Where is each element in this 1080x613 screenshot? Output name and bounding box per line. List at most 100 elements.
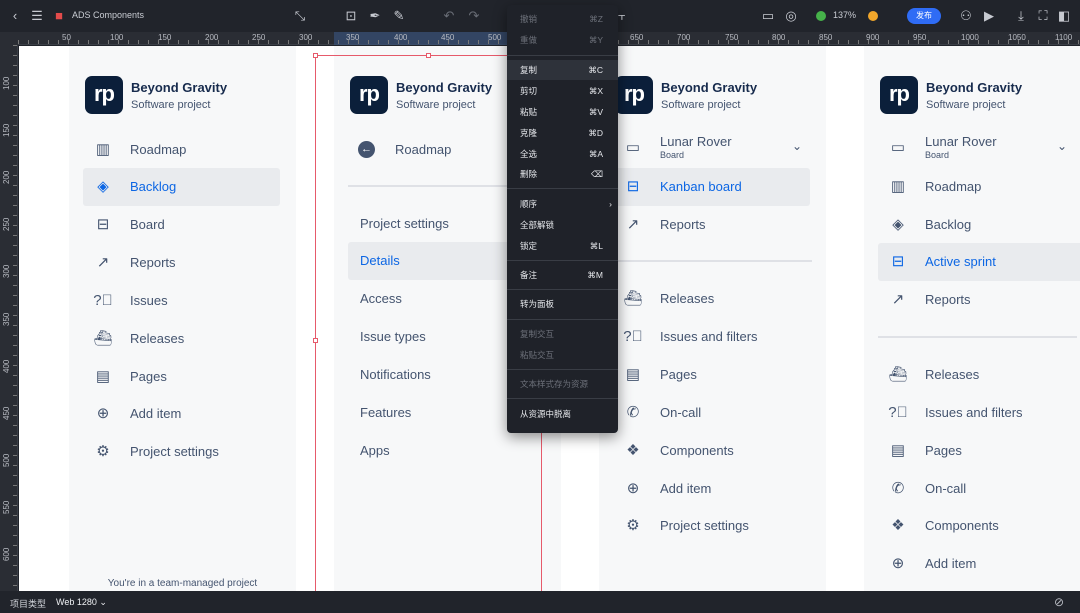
sidebar-panel-1[interactable]: rp Beyond Gravity Software project ▥ Road… [69, 46, 296, 591]
sidebar-item-on-call[interactable]: ✆ On-call [878, 470, 1075, 508]
sidebar-item-reports[interactable]: ↗ Reports [83, 244, 280, 282]
menu-item-order[interactable]: 顺序 › [507, 194, 618, 214]
menu-item-copy[interactable]: 复制 ⌘C [507, 60, 618, 80]
target-icon[interactable]: ◎ [782, 7, 800, 25]
ruler-tick: 100 [110, 33, 124, 42]
sidebar-item-backlog[interactable]: ◈ Backlog [878, 206, 1075, 244]
undo-icon[interactable]: ↶ [440, 7, 458, 25]
download-icon[interactable]: ⤓ [1012, 7, 1030, 25]
chart-icon: ▥ [95, 141, 111, 158]
menu-item-save-text-style[interactable]: 文本样式存为资源 [507, 374, 618, 394]
sidebar-item-pages[interactable]: ▤ Pages [83, 358, 280, 396]
sidebar-panel-3[interactable]: rp Beyond Gravity Software project ▭ Lun… [599, 46, 826, 591]
sidebar-item-releases[interactable]: ⛴ Releases [613, 280, 810, 318]
board-selector[interactable]: ▭ Lunar Rover Board ⌄ [878, 129, 1075, 167]
menu-item-unlock-all[interactable]: 全部解锁 [507, 215, 618, 235]
menu-item-cut[interactable]: 剪切 ⌘X [507, 81, 618, 101]
layers-icon: ◈ [892, 216, 904, 233]
sidebar-item-pages[interactable]: ▤ Pages [878, 432, 1075, 470]
sidebar-item-add[interactable]: ⊕ Add item [83, 395, 280, 433]
sidebar-item-components[interactable]: ❖ Components [878, 507, 1075, 545]
menu-item-lock[interactable]: 锁定 ⌘L [507, 236, 618, 256]
menu-icon[interactable]: ☰ [28, 7, 46, 25]
menu-item-convert-panel[interactable]: 转为面板 [507, 294, 618, 314]
menu-item-paste[interactable]: 粘贴 ⌘V [507, 102, 618, 122]
play-icon[interactable]: ▶ [980, 7, 998, 25]
ruler-tick: 500 [2, 453, 11, 467]
sidebar-item-issues-filters[interactable]: ?⃝ Issues and filters [613, 318, 810, 356]
component-icon: ❖ [891, 517, 905, 534]
sidebar-item-project-settings[interactable]: ⚙ Project settings [83, 433, 280, 471]
sidebar-item-add[interactable]: ⊕ Add item [613, 470, 810, 508]
sidebar-item-roadmap[interactable]: ▥ Roadmap [83, 131, 280, 169]
device-select[interactable]: Web 1280 ⌄ [56, 597, 107, 608]
laptop-icon: ▭ [625, 139, 641, 156]
ruler-tick: 350 [2, 312, 11, 326]
sidebar-item-board[interactable]: ⊟ Board [83, 206, 280, 244]
pen-icon[interactable]: ✒ [366, 7, 384, 25]
sidebar-item-releases[interactable]: ⛴ Releases [878, 356, 1075, 394]
ruler-tick: 450 [2, 406, 11, 420]
pencil-icon[interactable]: ✎ [390, 7, 408, 25]
sidebar-item-releases[interactable]: ⛴ Releases [83, 320, 280, 358]
plus-circle-icon: ⊕ [891, 555, 905, 572]
sidebar-item-project-settings[interactable]: ⚙ Project settings [613, 507, 810, 545]
sidebar-item-add[interactable]: ⊕ Add item [878, 545, 1075, 583]
user-icon[interactable]: ⚇ [957, 7, 975, 25]
ruler-tick: 400 [2, 359, 11, 373]
menu-item-clone[interactable]: 克隆 ⌘D [507, 123, 618, 143]
chevron-down-icon: ⌄ [1056, 139, 1067, 153]
sidebar-item-components[interactable]: ❖ Components [613, 432, 810, 470]
menu-item-delete[interactable]: 删除 ⌫ [507, 164, 618, 184]
compass-icon[interactable]: ⊘ [1054, 595, 1064, 609]
ruler-tick: 150 [2, 123, 11, 137]
menu-item-undo[interactable]: 撤销 ⌘Z [507, 9, 618, 29]
board-selector[interactable]: ▭ Lunar Rover Board ⌄ [613, 129, 810, 167]
menu-item-detach-resource[interactable]: 从资源中脱离 [507, 404, 618, 424]
ruler-tick: 100 [2, 76, 11, 90]
fullscreen-icon[interactable]: ⛶ [1034, 7, 1052, 25]
publish-button[interactable]: 发布 [907, 8, 941, 24]
frame-add-icon[interactable]: ⊡ [342, 7, 360, 25]
team-managed-note: You're in a team-managed project [107, 578, 258, 589]
sidebar-item-backlog[interactable]: ◈ Backlog [83, 168, 280, 206]
ruler-corner [0, 32, 18, 45]
connector-icon[interactable]: ⤡ [291, 7, 309, 25]
menu-item-note[interactable]: 备注 ⌘M [507, 265, 618, 285]
settings-item-apps[interactable]: Apps [348, 432, 545, 470]
sidebar-item-issues[interactable]: ?⃝ Issues [83, 282, 280, 320]
chevron-left-icon[interactable]: ‹ [6, 7, 24, 25]
ruler-tick: 850 [819, 33, 833, 42]
question-icon: ?⃝ [93, 292, 113, 309]
sidebar-item-pages[interactable]: ▤ Pages [613, 356, 810, 394]
sidebar-item-kanban-board[interactable]: ⊟ Kanban board [613, 168, 810, 206]
sidebar-item-active-sprint[interactable]: ⊟ Active sprint [878, 243, 1080, 281]
ruler-tick: 300 [2, 264, 11, 278]
sidebar-item-reports[interactable]: ↗ Reports [878, 281, 1075, 319]
ruler-tick: 250 [252, 33, 266, 42]
project-logo: rp [350, 76, 388, 114]
project-subtitle: Software project [131, 99, 211, 111]
sidebar-item-on-call[interactable]: ✆ On-call [613, 394, 810, 432]
menu-item-paste-interaction[interactable]: 粘贴交互 [507, 345, 618, 365]
sidebar-item-reports[interactable]: ↗ Reports [613, 206, 810, 244]
ruler-tick: 1100 [1055, 33, 1073, 42]
panel-icon[interactable]: ◧ [1055, 7, 1073, 25]
project-logo: rp [880, 76, 918, 114]
zoom-out-icon[interactable] [816, 11, 826, 21]
zoom-in-icon[interactable] [868, 11, 878, 21]
menu-item-copy-interaction[interactable]: 复制交互 [507, 324, 618, 344]
ruler-tick: 200 [2, 170, 11, 184]
redo-icon[interactable]: ↷ [465, 7, 483, 25]
sidebar-panel-4[interactable]: rp Beyond Gravity Software project ▭ Lun… [864, 46, 1080, 591]
ship-icon: ⛴ [93, 330, 113, 347]
zoom-level[interactable]: 137% [833, 10, 856, 20]
menu-item-redo[interactable]: 重做 ⌘Y [507, 30, 618, 50]
menu-item-select-all[interactable]: 全选 ⌘A [507, 144, 618, 164]
device-icon[interactable]: ▭ [759, 7, 777, 25]
component-icon: ❖ [626, 442, 640, 459]
sidebar-item-issues-filters[interactable]: ?⃝ Issues and filters [878, 394, 1075, 432]
trend-icon: ↗ [96, 254, 110, 271]
sidebar-item-roadmap[interactable]: ▥ Roadmap [878, 168, 1075, 206]
ruler-tick: 400 [394, 33, 408, 42]
